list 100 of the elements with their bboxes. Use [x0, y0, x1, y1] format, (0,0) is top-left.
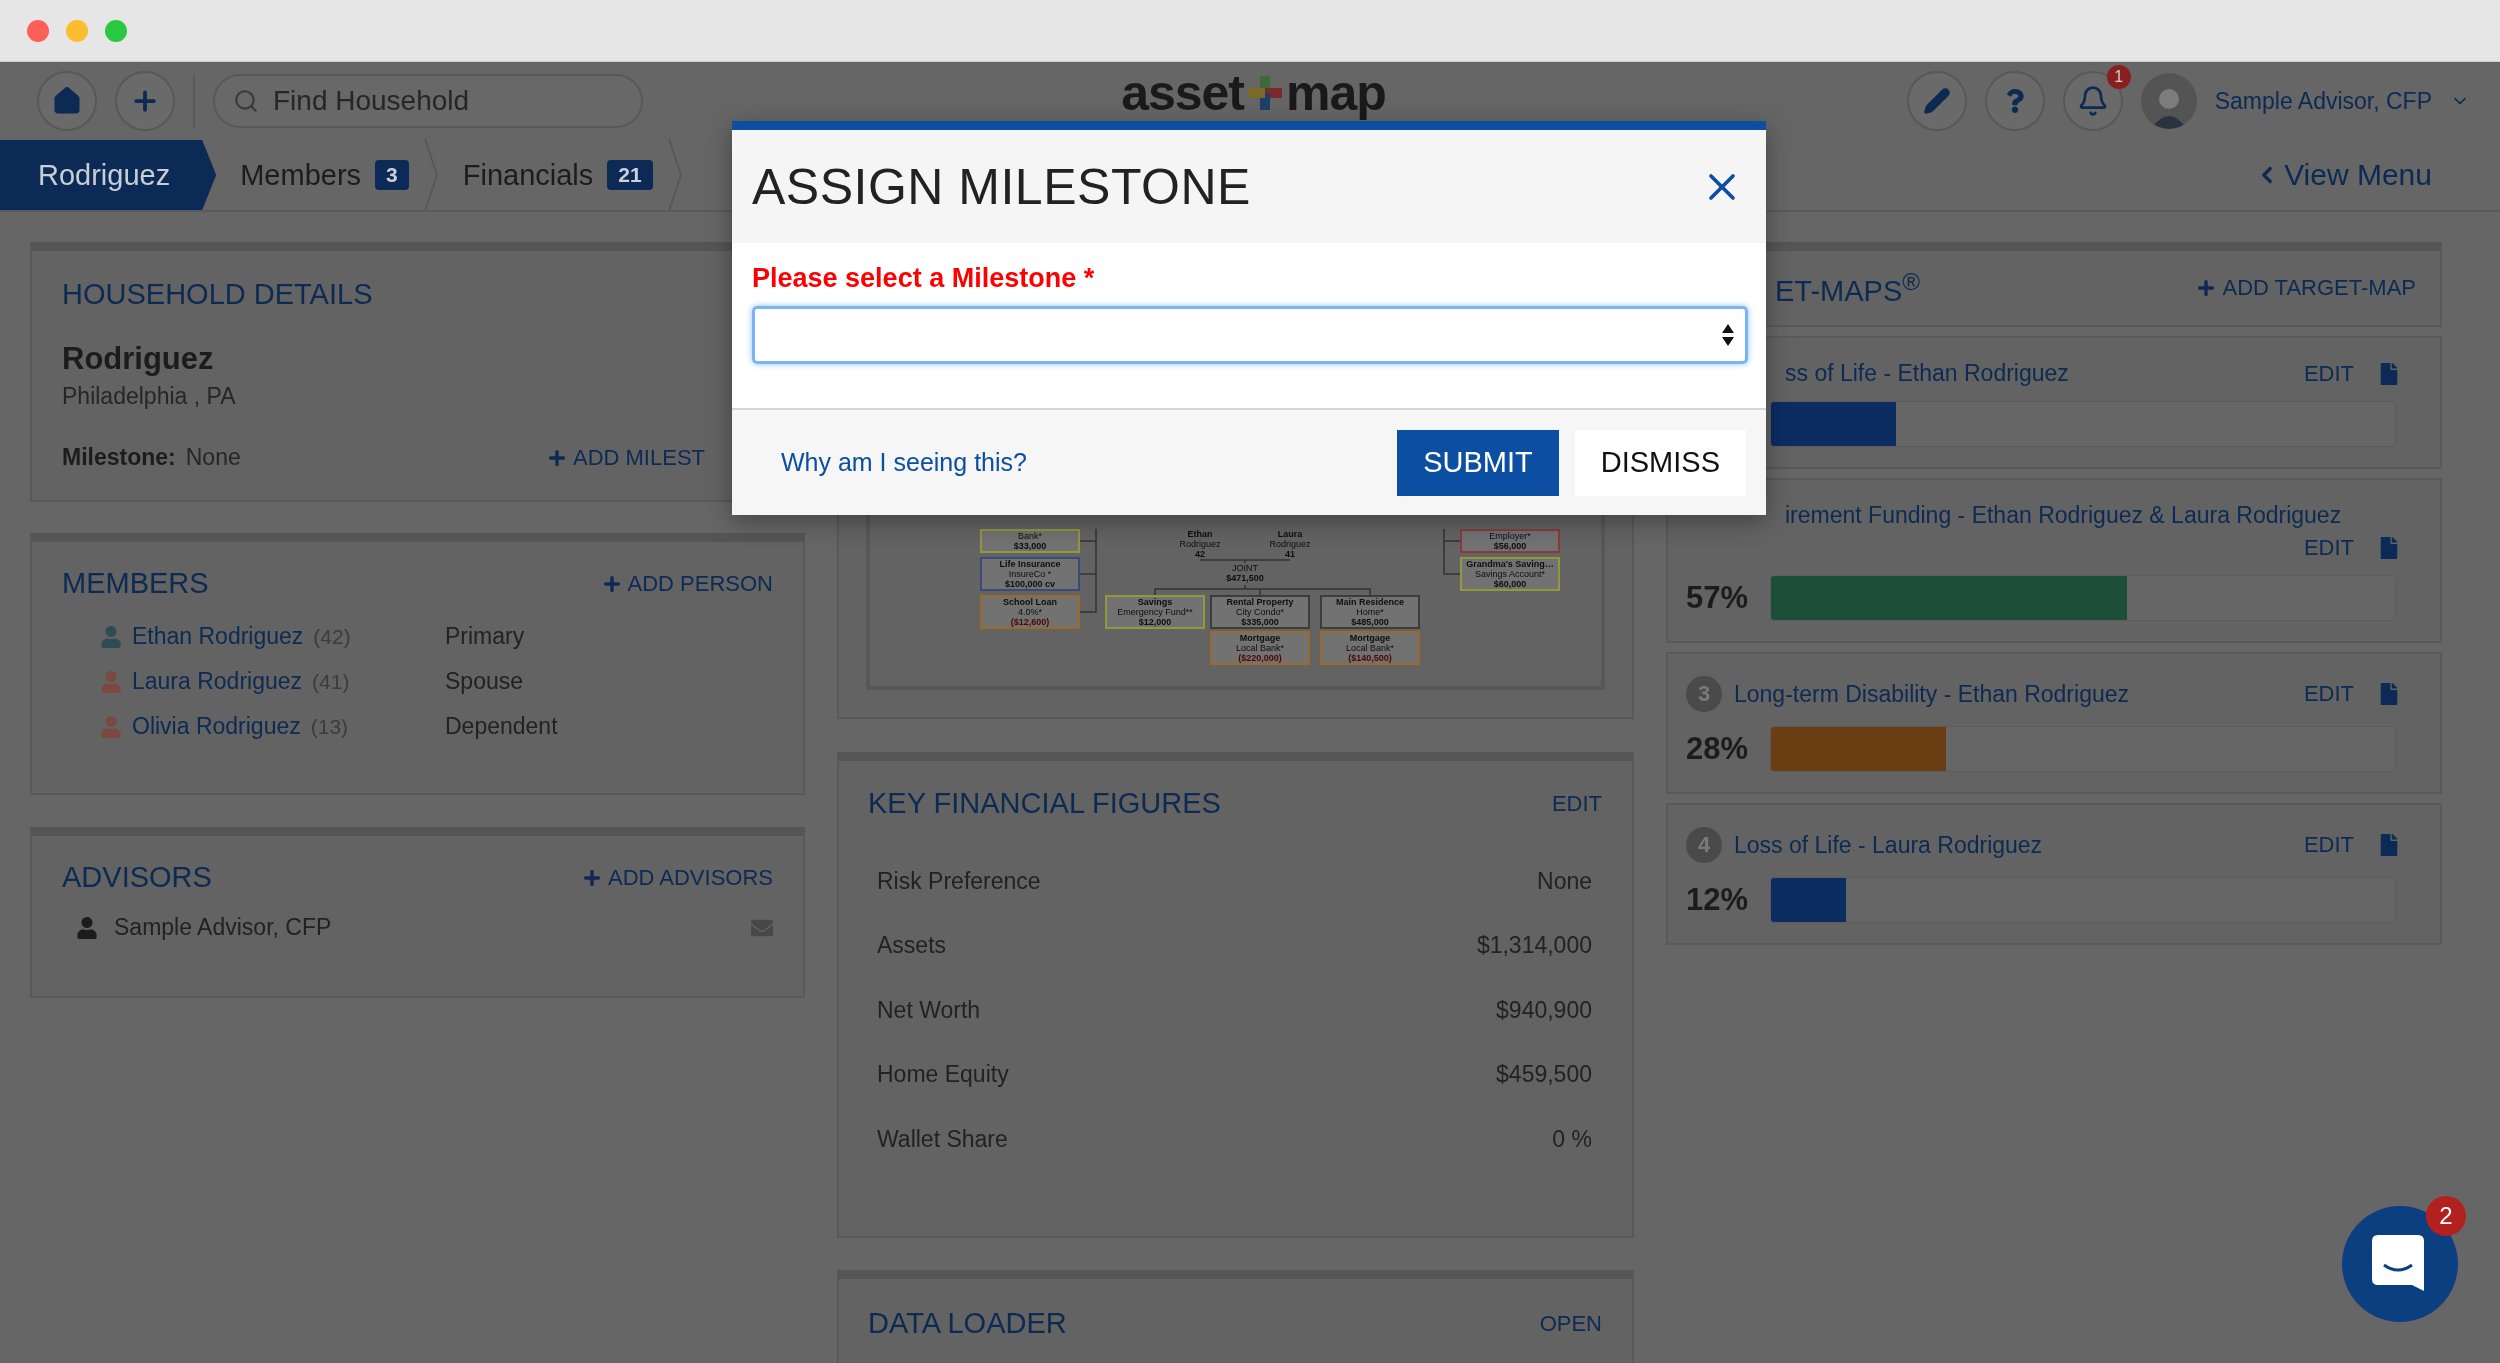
pencil-icon [1922, 87, 1951, 115]
home-icon [52, 86, 82, 116]
document-icon[interactable] [2378, 537, 2400, 559]
figure-value: $940,900 [1496, 996, 1592, 1024]
edit-link[interactable]: EDIT [2303, 832, 2354, 858]
node-text: Mortgage [1349, 633, 1391, 643]
person-icon [76, 916, 98, 939]
node-text: Grandma's Saving… [1466, 559, 1554, 569]
figure-label: Net Worth [877, 996, 981, 1024]
node-text: Employer* [1489, 531, 1531, 541]
view-menu-link[interactable]: View Menu [2254, 140, 2432, 210]
count-badge: 21 [607, 160, 653, 190]
node-text: Local Bank* [1345, 643, 1394, 653]
node-text: $100,000 cv [1004, 579, 1056, 589]
edit-link[interactable]: EDIT [2303, 360, 2354, 387]
notification-badge: 1 [2106, 65, 2131, 89]
node-text: School Loan [1003, 597, 1057, 607]
node-text: Laura [1277, 529, 1303, 539]
node-text: $56,000 [1493, 541, 1527, 551]
tab[interactable]: Rodriguez [0, 140, 217, 210]
target-map-title[interactable]: irement Funding - Ethan Rodriguez & Laura Rodriguez [1785, 502, 2342, 529]
window-close-button[interactable] [27, 19, 49, 42]
node-text: 42 [1195, 549, 1205, 559]
window-minimize-button[interactable] [66, 19, 88, 42]
figure-value: $459,500 [1496, 1061, 1592, 1089]
target-map-title[interactable]: ss of Life - Ethan Rodriguez [1785, 360, 2069, 387]
search-field[interactable]: Find Household [213, 74, 643, 128]
node-text: 4.0%* [1018, 607, 1042, 617]
node-text: $12,000 [1138, 617, 1172, 627]
milestone-label: Milestone: [62, 444, 176, 471]
field-label: Please select a Milestone * [752, 263, 1096, 294]
node-text: Savings [1137, 597, 1173, 607]
target-map-title[interactable]: Loss of Life - Laura Rodriguez [1734, 831, 2043, 859]
node-text: Rental Property [1226, 597, 1294, 607]
connector-line [1443, 528, 1461, 575]
node-text: $335,000 [1241, 617, 1279, 627]
percent-text: 12% [1686, 882, 1750, 918]
panel-title: KEY FINANCIAL FIGURES [868, 787, 1221, 820]
document-icon[interactable] [2378, 362, 2400, 385]
node-text: ($12,600) [1010, 617, 1050, 627]
node-text: $60,000 [1493, 579, 1527, 589]
node-text: City Condo* [1236, 607, 1284, 617]
panel-title: ADVISORS [62, 861, 212, 894]
window-zoom-button[interactable] [105, 19, 127, 42]
user-name[interactable]: Sample Advisor, CFP [2214, 87, 2432, 115]
target-map-title[interactable]: Long-term Disability - Ethan Rodriguez [1734, 680, 2129, 708]
dismiss-button[interactable]: DISMISS [1574, 429, 1746, 496]
add-target-map-link[interactable]: ADD TARGET-MAP [2197, 275, 2416, 301]
figure-value: $1,314,000 [1476, 932, 1592, 960]
member-role: Dependent [445, 713, 559, 740]
member-link[interactable]: Olivia Rodriguez [132, 713, 301, 740]
node-text: Rodriguez [1179, 539, 1221, 549]
document-icon[interactable] [2378, 834, 2400, 856]
document-icon[interactable] [2378, 683, 2400, 705]
modal-title: ASSIGN MILESTONE [752, 157, 1251, 216]
node-text: Main Residence [1336, 597, 1404, 607]
edit-link[interactable]: EDIT [2303, 535, 2354, 561]
edit-link[interactable]: EDIT [1551, 790, 1602, 817]
chat-badge: 2 [2426, 1196, 2466, 1236]
figure-label: Wallet Share [877, 1125, 1008, 1153]
node-text: Rodriguez [1269, 539, 1311, 549]
count-badge: 3 [375, 160, 409, 190]
node-text: JOINT [1232, 563, 1258, 573]
submit-button[interactable]: SUBMIT [1397, 429, 1559, 496]
plus-icon [602, 574, 621, 593]
node-text: ($220,000) [1238, 653, 1282, 663]
panel-title: MEMBERS [62, 567, 209, 600]
select-field[interactable] [752, 306, 1748, 364]
figure-label: Home Equity [877, 1061, 1009, 1089]
panel-title: DATA LOADER [868, 1307, 1067, 1340]
figure-label: Risk Preference [877, 867, 1041, 895]
figure-value: 0 % [1552, 1125, 1592, 1153]
node-text: Life Insurance [999, 559, 1061, 569]
member-role: Spouse [445, 668, 524, 695]
plus-icon [2197, 279, 2216, 297]
tab[interactable]: Members 3 [216, 140, 423, 210]
node-text: 41 [1285, 549, 1295, 559]
edit-link[interactable]: EDIT [2303, 681, 2354, 707]
member-link[interactable]: Ethan Rodriguez [132, 623, 304, 650]
member-role: Primary [445, 623, 526, 650]
sort-arrows-icon [1721, 323, 1735, 347]
add-milestone-link[interactable]: ADD MILEST [547, 444, 705, 471]
percent-text: 57% [1686, 580, 1750, 616]
node-text: $485,000 [1351, 617, 1389, 627]
node-text: Bank* [1018, 531, 1042, 541]
node-text: InsureCo * [1008, 569, 1052, 579]
add-person-link[interactable]: ADD PERSON [602, 570, 773, 597]
node-text: Mortgage [1239, 633, 1281, 643]
advisor-name: Sample Advisor, CFP [114, 914, 332, 941]
add-advisors-link[interactable]: ADD ADVISORS [582, 864, 773, 891]
node-text: Emergency Fund** [1117, 607, 1193, 617]
logo-plus-icon [1248, 76, 1283, 110]
tab[interactable]: Financials 21 [438, 140, 667, 210]
open-link[interactable]: OPEN [1539, 1310, 1602, 1337]
figure-label: Assets [877, 932, 947, 960]
logo-text: map [1286, 68, 1386, 118]
help-link[interactable]: Why am I seeing this? [781, 448, 1027, 477]
member-link[interactable]: Laura Rodriguez [132, 668, 303, 695]
milestone-value: None [185, 444, 241, 471]
household-location: Philadelphia , PA [62, 383, 237, 410]
